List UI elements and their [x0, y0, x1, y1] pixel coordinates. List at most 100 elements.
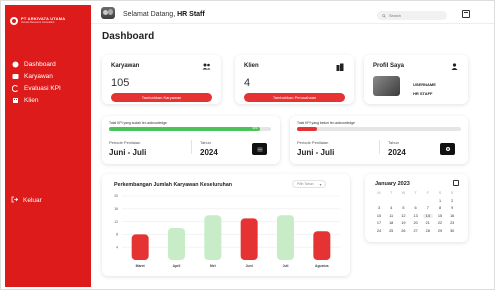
greeting-text: Selamat Datang, HR Staff — [123, 11, 205, 18]
calendar-day[interactable]: 18 — [386, 221, 396, 225]
bar-agustus[interactable] — [313, 231, 331, 260]
sidebar: PT ARKIVATA UTAMA Human Resource Consult… — [5, 5, 91, 287]
stat-value: 105 — [111, 77, 130, 89]
avatar[interactable] — [101, 7, 115, 19]
profile-photo[interactable] — [373, 76, 400, 96]
kpi-detail-button[interactable] — [252, 143, 267, 155]
kpi-label: Total KPI yang sudah ter-acknowledge — [109, 121, 167, 125]
calendar-day[interactable]: 4 — [386, 206, 396, 210]
calendar-day[interactable]: 12 — [398, 214, 408, 218]
calendar-weekday: F — [426, 191, 429, 195]
brand[interactable]: PT ARKIVATA UTAMA Human Resource Consult… — [10, 17, 65, 25]
calendar-icon[interactable] — [453, 180, 459, 186]
calendar-day[interactable]: 6 — [411, 206, 421, 210]
calendar-day[interactable]: 20 — [411, 221, 421, 225]
dashboard-icon — [11, 60, 19, 68]
calendar-day[interactable]: 29 — [435, 229, 445, 233]
calendar-day[interactable]: 21 — [423, 221, 433, 225]
topbar: Selamat Datang, HR Staff Search — [91, 5, 494, 24]
calendar-day[interactable]: 27 — [411, 229, 421, 233]
bar-juli[interactable] — [277, 215, 294, 260]
x-tick-label: April — [173, 264, 181, 268]
calendar-day[interactable]: 22 — [435, 221, 445, 225]
calendar-day[interactable]: 5 — [398, 206, 408, 210]
bar-april[interactable] — [168, 228, 185, 260]
sidebar-item-evaluasi-kpi[interactable]: Evaluasi KPI — [9, 82, 89, 94]
bar-mei[interactable] — [204, 215, 222, 260]
calendar-day[interactable]: 1 — [435, 199, 445, 203]
calendar-weekday: S — [438, 191, 442, 195]
user-icon — [451, 63, 458, 72]
card-klien: Klien 4 Tambahkan Perusahaan — [235, 55, 354, 104]
logout-label: Keluar — [23, 197, 42, 204]
calendar-icon[interactable] — [462, 10, 470, 18]
calendar-day[interactable]: 23 — [447, 221, 457, 225]
calendar-title: January 2023 — [375, 181, 410, 187]
calendar-day[interactable]: 9 — [447, 206, 457, 210]
building-icon — [336, 63, 344, 73]
calendar-day[interactable]: 7 — [423, 206, 433, 210]
calendar-day[interactable]: 10 — [374, 214, 384, 218]
add-company-button[interactable]: Tambahkan Perusahaan — [244, 93, 345, 102]
sidebar-item-label: Klien — [24, 96, 39, 104]
calendar-day[interactable]: 16 — [447, 214, 457, 218]
bar-maret[interactable] — [131, 234, 149, 260]
kpi-card-unacknowledged: Total KPI yang belum ter-acknowledge Per… — [290, 116, 468, 164]
search-icon — [382, 13, 386, 18]
calendar-day[interactable]: 26 — [398, 229, 408, 233]
calendar-day[interactable]: 28 — [423, 229, 433, 233]
kpi-detail-button[interactable] — [440, 143, 455, 155]
x-tick-label: Juli — [283, 264, 289, 268]
calendar-day[interactable]: 19 — [398, 221, 408, 225]
calendar-day[interactable]: 3 — [374, 206, 384, 210]
kpi-progress — [297, 127, 461, 131]
year-label: Tahun — [200, 140, 211, 145]
calendar-card: January 2023 M T W T F S S 1 2 3 4 5 6 7 8 9 10 11 12 13 14 1… — [365, 174, 468, 242]
sidebar-item-karyawan[interactable]: Karyawan — [9, 70, 89, 82]
calendar-day[interactable]: 15 — [435, 214, 445, 218]
kpi-card-acknowledged: Total KPI yang sudah ter-acknowledge 93%… — [102, 116, 280, 164]
sidebar-item-klien[interactable]: Klien — [9, 94, 89, 106]
card-profile: Profil Saya USERNAME HR STAFF — [364, 55, 468, 104]
kpi-percent: 93% — [252, 127, 258, 130]
list-icon — [257, 147, 262, 151]
calendar-day[interactable]: 24 — [374, 229, 384, 233]
kpi-label: Total KPI yang belum ter-acknowledge — [297, 121, 355, 125]
card-karyawan: Karyawan 105 Tambahkan Karyawan — [102, 55, 221, 104]
y-tick-label: 16 — [114, 207, 118, 211]
year-value: 2024 — [388, 148, 406, 157]
bar-juni[interactable] — [240, 218, 258, 260]
calendar-day[interactable]: 17 — [374, 221, 384, 225]
sidebar-item-label: Dashboard — [24, 60, 56, 68]
divider — [379, 140, 380, 154]
calendar-day[interactable]: 8 — [435, 206, 445, 210]
logout-button[interactable]: Keluar — [11, 196, 42, 205]
calendar-day[interactable]: 11 — [386, 214, 396, 218]
page-title: Dashboard — [102, 31, 155, 42]
period-label: Periode Penilaian — [109, 140, 141, 145]
calendar-weekday: W — [401, 191, 406, 195]
sidebar-item-label: Karyawan — [24, 72, 53, 80]
period-label: Periode Penilaian — [297, 140, 329, 145]
divider — [191, 140, 192, 154]
calendar-day[interactable]: 25 — [386, 229, 396, 233]
add-employee-button[interactable]: Tambahkan Karyawan — [111, 93, 212, 102]
y-tick-label: 4 — [116, 245, 118, 249]
eye-icon — [445, 147, 450, 151]
calendar-weekday: S — [450, 191, 454, 195]
calendar-day[interactable]: 30 — [447, 229, 457, 233]
calendar-day[interactable]: 14 — [422, 213, 433, 218]
client-icon — [11, 96, 19, 104]
year-value: 2024 — [200, 148, 218, 157]
stat-value: 4 — [244, 77, 251, 89]
search-input[interactable]: Search — [377, 11, 447, 20]
x-tick-label: Mei — [210, 264, 216, 268]
y-tick-label: 20 — [114, 194, 118, 198]
app-window: PT ARKIVATA UTAMA Human Resource Consult… — [0, 0, 495, 290]
calendar-day[interactable]: 2 — [447, 199, 457, 203]
sidebar-item-dashboard[interactable]: Dashboard — [9, 58, 89, 70]
calendar-day[interactable]: 13 — [411, 214, 421, 218]
employee-icon — [11, 72, 19, 80]
card-label: Klien — [244, 63, 259, 69]
logout-icon — [11, 196, 19, 205]
